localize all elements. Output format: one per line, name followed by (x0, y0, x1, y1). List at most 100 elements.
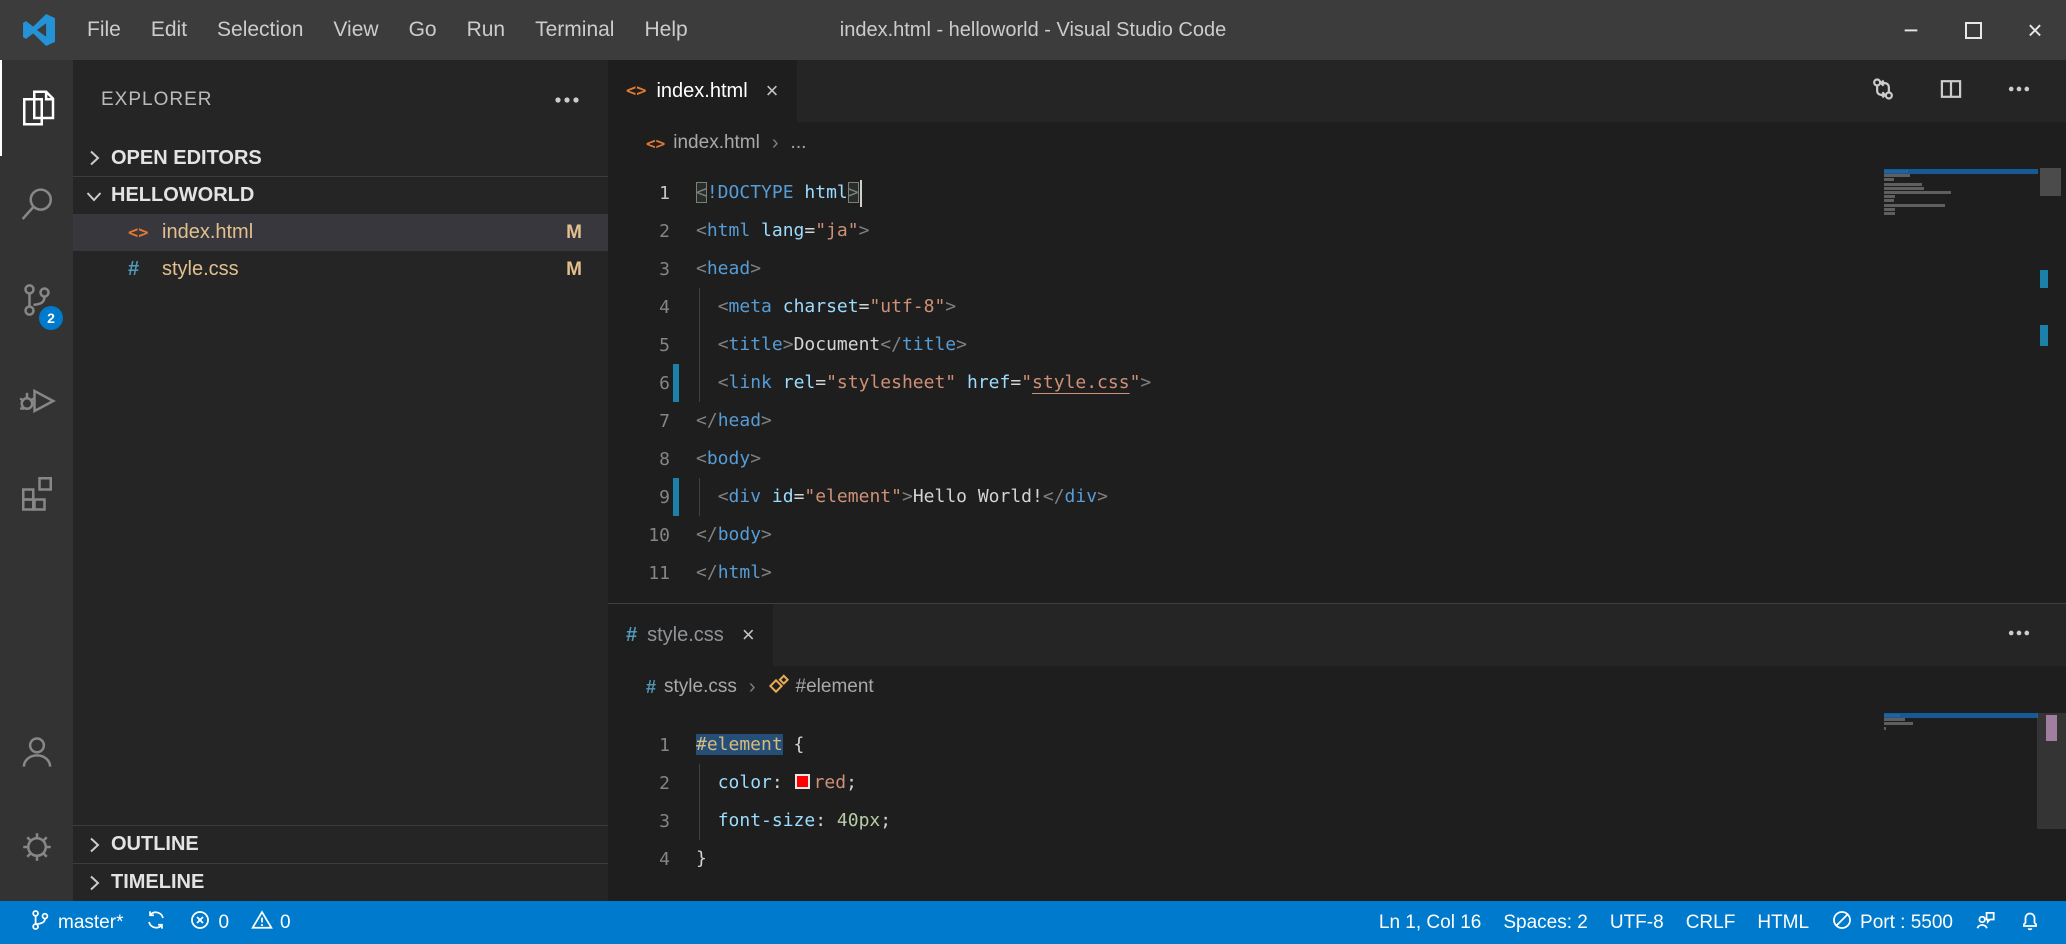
status-notifications[interactable] (2008, 901, 2052, 944)
status-indentation[interactable]: Spaces: 2 (1492, 901, 1599, 944)
menu-help[interactable]: Help (629, 0, 702, 60)
activity-bar: 2 (0, 60, 73, 901)
chevron-right-icon (83, 834, 105, 856)
section-timeline[interactable]: TIMELINE (73, 863, 608, 901)
code-area[interactable]: 1<!DOCTYPE html>2<html lang="ja">3<head>… (608, 164, 2066, 603)
code-line[interactable]: 10</body> (608, 516, 2066, 554)
text-cursor (860, 180, 862, 207)
maximize-button[interactable] (1942, 0, 2004, 60)
activity-extensions[interactable] (0, 444, 73, 540)
menu-view[interactable]: View (318, 0, 393, 60)
close-button[interactable]: × (2004, 0, 2066, 60)
status-git-branch[interactable]: master* (18, 901, 134, 944)
line-number: 7 (608, 411, 670, 432)
section-folder-helloworld[interactable]: HELLOWORLD (73, 177, 608, 214)
minimap[interactable] (1884, 170, 2036, 216)
tab-label: index.html (656, 80, 747, 103)
breadcrumb-item[interactable]: ... (791, 132, 807, 154)
menu-go[interactable]: Go (394, 0, 452, 60)
status-feedback[interactable] (1964, 901, 2008, 944)
minimap-line (1884, 727, 1886, 730)
status-encoding[interactable]: UTF-8 (1599, 901, 1675, 944)
menu-run[interactable]: Run (452, 0, 521, 60)
breadcrumb-item[interactable]: #element (768, 673, 874, 701)
tab-index.html[interactable]: <> index.html × (608, 60, 797, 122)
code-line[interactable]: 11</html> (608, 554, 2066, 592)
menu-file[interactable]: File (72, 0, 136, 60)
code-line[interactable]: 4} (608, 840, 2066, 878)
code-line[interactable]: 1<!DOCTYPE html> (608, 174, 2066, 212)
code-line[interactable]: 1#element { (608, 726, 2066, 764)
status-bar-left: master* 00 (18, 901, 302, 944)
code-line[interactable]: 2 color: red; (608, 764, 2066, 802)
code-line[interactable]: 4 <meta charset="utf-8"> (608, 288, 2066, 326)
chevron-right-icon (83, 872, 105, 894)
code-line[interactable]: 5 <title>Document</title> (608, 326, 2066, 364)
html-file-icon: <> (626, 81, 646, 101)
activity-source-control[interactable]: 2 (0, 252, 73, 348)
line-number: 5 (608, 335, 670, 356)
minimap-slider[interactable] (2040, 168, 2061, 196)
maximize-icon (1965, 22, 1982, 39)
file-style.css[interactable]: #style.cssM (73, 251, 608, 288)
tab-style.css[interactable]: #style.css× (608, 604, 773, 666)
activity-explorer[interactable] (0, 60, 73, 156)
action-more-icon[interactable] (2006, 76, 2032, 107)
menu-selection[interactable]: Selection (202, 0, 318, 60)
action-split-editor-icon[interactable] (1938, 76, 1964, 107)
git-modified-badge: M (566, 259, 582, 281)
status-live-server-port[interactable]: Port : 5500 (1820, 901, 1964, 944)
code-area[interactable]: 1#element {2 color: red;3 font-size: 40p… (608, 708, 2066, 902)
close-tab-icon[interactable]: × (742, 622, 755, 648)
color-swatch-red[interactable] (795, 774, 810, 789)
close-tab-icon[interactable]: × (766, 78, 779, 104)
action-more-icon[interactable] (2006, 620, 2032, 651)
activity-run-debug[interactable] (0, 348, 73, 444)
html-file-icon: <> (128, 223, 162, 243)
code-line[interactable]: 9 <div id="element">Hello World!</div> (608, 478, 2066, 516)
tab-bar: #style.css× (608, 604, 2066, 666)
editor-group-css: #style.css×#style.css›#element1#element … (608, 603, 2066, 901)
vscode-window: FileEditSelectionViewGoRunTerminalHelp i… (0, 0, 2066, 944)
line-text: <meta charset="utf-8"> (679, 288, 956, 326)
overview-selection-mark (2046, 715, 2057, 741)
line-number: 3 (608, 811, 670, 832)
css-file-icon: # (626, 624, 637, 647)
code-line[interactable]: 8<body> (608, 440, 2066, 478)
code-line[interactable]: 3 font-size: 40px; (608, 802, 2066, 840)
activity-accounts[interactable] (0, 703, 73, 799)
action-open-changes-icon[interactable] (1870, 76, 1896, 107)
explorer-more-actions-icon[interactable] (554, 91, 580, 109)
minimize-button[interactable]: − (1880, 0, 1942, 60)
code-line[interactable]: 7</head> (608, 402, 2066, 440)
code-line[interactable]: 2<html lang="ja"> (608, 212, 2066, 250)
line-text: color: red; (679, 764, 857, 802)
status-warnings[interactable]: 0 (240, 901, 302, 944)
git-modified-badge: M (566, 222, 582, 244)
minimap-line (1884, 718, 1905, 721)
breadcrumb-item[interactable]: <>index.html (646, 132, 760, 154)
minimap[interactable] (1884, 714, 2036, 731)
file-index.html[interactable]: <>index.htmlM (73, 214, 608, 251)
menu-edit[interactable]: Edit (136, 0, 202, 60)
status-bar: master* 00 Ln 1, Col 16Spaces: 2UTF-8 CRLF… (0, 901, 2066, 944)
activity-search[interactable] (0, 156, 73, 252)
status-label: CRLF (1686, 912, 1736, 934)
menu-terminal[interactable]: Terminal (520, 0, 629, 60)
css-file-icon: # (646, 677, 656, 698)
status-language-mode[interactable]: HTML (1746, 901, 1820, 944)
breadcrumb-item[interactable]: #style.css (646, 676, 737, 698)
activity-bar-bottom (0, 703, 73, 895)
status-eol[interactable]: CRLF (1675, 901, 1747, 944)
status-sync[interactable] (134, 901, 178, 944)
code-line[interactable]: 3<head> (608, 250, 2066, 288)
chevron-down-icon (83, 185, 105, 207)
section-outline[interactable]: OUTLINE (73, 825, 608, 863)
status-cursor-position[interactable]: Ln 1, Col 16 (1368, 901, 1492, 944)
code-line[interactable]: 6 <link rel="stylesheet" href="style.css… (608, 364, 2066, 402)
line-text: #element { (679, 726, 804, 764)
section-open-editors[interactable]: OPEN EDITORS (73, 140, 608, 177)
status-errors[interactable]: 0 (178, 901, 240, 944)
branch-icon (29, 909, 51, 937)
activity-settings[interactable] (0, 799, 73, 895)
